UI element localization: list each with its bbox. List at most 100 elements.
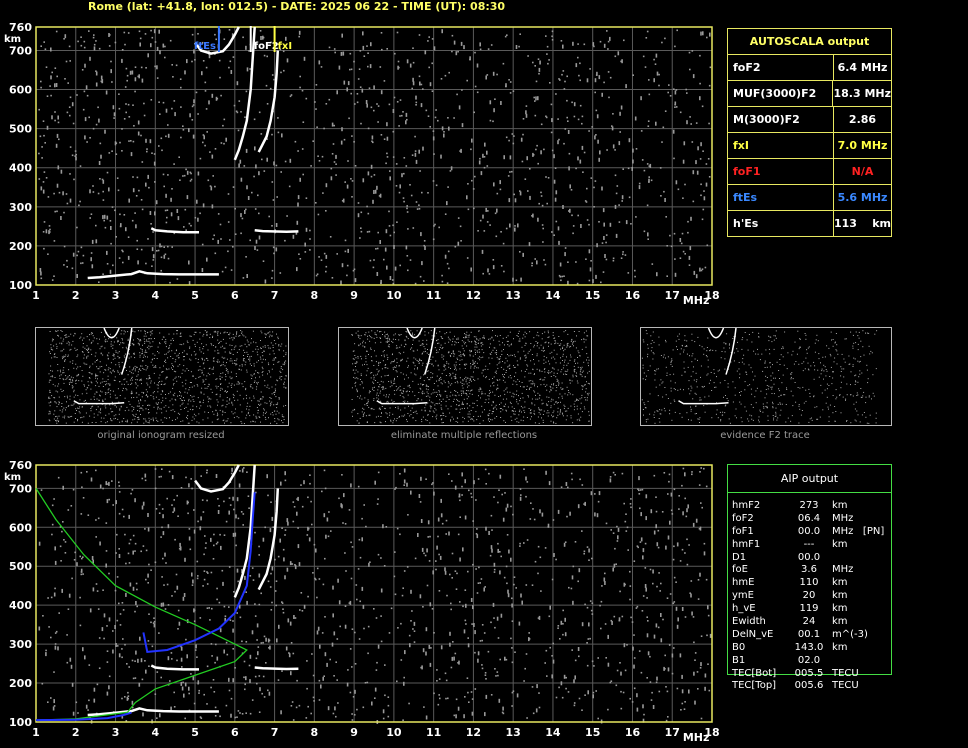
aip-value: 3.6 xyxy=(801,564,817,576)
noise-dots xyxy=(38,467,712,724)
top-ionogram-chart: 1 2 3 4 5 6 7 8 9 10 11 12 13 14 15 16 17 187607006005004… xyxy=(4,21,720,307)
aip-row: hmF2 273 km xyxy=(732,500,872,513)
x-tick-label: 13 xyxy=(506,289,521,302)
x-tick-label: 5 xyxy=(191,726,199,739)
autoscala-row: ftEs 5.6 MHz xyxy=(728,185,891,211)
echo-trace xyxy=(87,269,219,280)
echo-trace xyxy=(254,229,299,234)
autoscala-row: foF2 6.4 MHz xyxy=(728,55,891,81)
x-tick-label: 6 xyxy=(231,726,239,739)
aip-name: foF2 xyxy=(732,512,754,524)
x-tick-label: 3 xyxy=(112,289,120,302)
y-tick-label: 600 xyxy=(9,84,32,97)
x-tick-label: 4 xyxy=(151,289,159,302)
x-tick-label: 16 xyxy=(625,726,641,739)
x-unit-label: MHz xyxy=(683,294,710,307)
aip-title: AIP output xyxy=(728,465,891,493)
autoscala-title: AUTOSCALA output xyxy=(728,29,891,55)
x-tick-label: 9 xyxy=(350,726,358,739)
x-tick-label: 9 xyxy=(350,289,358,302)
x-tick-label: 8 xyxy=(311,289,319,302)
x-tick-label: 10 xyxy=(386,726,402,739)
aip-name: foE xyxy=(732,564,748,576)
autoscala-label: MUF(3000)F2 xyxy=(728,81,834,106)
y-tick-label: 500 xyxy=(9,123,32,136)
x-tick-label: 1 xyxy=(32,726,40,739)
x-tick-label: 15 xyxy=(585,726,600,739)
aip-value: 110 xyxy=(799,577,819,589)
autoscala-value: 5.6 MHz xyxy=(837,191,888,204)
aip-unit: km xyxy=(832,538,848,550)
aip-value: 143.0 xyxy=(794,641,824,653)
aip-name: foF1 xyxy=(732,525,754,537)
aip-value: 00.0 xyxy=(797,551,821,563)
thumb-trace xyxy=(707,327,725,339)
x-tick-label: 7 xyxy=(271,289,279,302)
aip-row: foE 3.6 MHz xyxy=(732,564,872,577)
aip-unit: TECU xyxy=(832,667,859,679)
echo-trace xyxy=(87,707,219,717)
x-tick-label: 2 xyxy=(72,726,80,739)
aip-value: 00.0 xyxy=(797,525,821,537)
aip-name: ymE xyxy=(732,590,754,602)
autoscala-row: h'Es 113 km xyxy=(728,211,891,236)
aip-unit: MHz xyxy=(832,564,854,576)
aip-unit: km xyxy=(832,603,848,615)
aip-name: B1 xyxy=(732,654,746,666)
aip-row: B0 143.0 km xyxy=(732,642,872,655)
echo-trace xyxy=(254,666,299,671)
x-tick-label: 4 xyxy=(151,726,159,739)
aip-value: 20 xyxy=(802,590,816,602)
aip-row: TEC[Bot] 005.5 TECU xyxy=(732,668,872,681)
aip-name: Ewidth xyxy=(732,616,766,628)
aip-rows: hmF2 273 km foF2 06.4 MHz foF1 00.0 MHz [PN] hmF1… xyxy=(732,500,884,693)
aip-row: hmF1 --- km xyxy=(732,539,872,552)
x-tick-label: 11 xyxy=(426,726,441,739)
aip-value: 005.6 xyxy=(794,680,824,692)
y-tick-label: 600 xyxy=(9,521,32,534)
x-tick-label: 17 xyxy=(665,289,680,302)
autoscala-value: 6.4 MHz xyxy=(837,61,888,74)
noise-dots xyxy=(38,29,712,286)
aip-value: 00.1 xyxy=(797,628,821,640)
autoscala-label: ftEs xyxy=(728,185,834,210)
thumb-eliminate-multiples xyxy=(338,327,592,426)
y-tick-label: 200 xyxy=(9,240,32,253)
aip-unit: MHz xyxy=(832,512,854,524)
aip-value: 06.4 xyxy=(797,512,821,524)
aip-value: 273 xyxy=(799,500,819,511)
autoscala-label: foF1 xyxy=(728,159,834,184)
aip-value: 005.5 xyxy=(794,667,824,679)
x-tick-label: 16 xyxy=(625,289,641,302)
x-tick-label: 2 xyxy=(72,289,80,302)
marker-label: ftEs xyxy=(194,41,216,52)
autoscala-row: MUF(3000)F2 18.3 MHz xyxy=(728,81,891,107)
thumb-caption: eliminate multiple reflections xyxy=(390,430,538,441)
autoscala-row: fxI 7.0 MHz xyxy=(728,133,891,159)
x-tick-label: 15 xyxy=(585,289,600,302)
y-tick-label: 760 xyxy=(9,21,32,34)
aip-name: hmF2 xyxy=(732,500,761,511)
y-tick-label: 400 xyxy=(9,599,32,612)
x-tick-label: 14 xyxy=(545,289,561,302)
autoscala-label: M(3000)F2 xyxy=(728,107,834,132)
autoscala-output-table: AUTOSCALA output foF2 6.4 MHz MUF(3000)F2 1… xyxy=(727,28,892,237)
page-title: Rome (lat: +41.8, lon: 012.5) - DATE: 20… xyxy=(88,0,506,13)
aip-row: TEC[Top] 005.6 TECU xyxy=(732,680,872,693)
aip-unit: km xyxy=(832,641,848,653)
thumb-original xyxy=(35,327,289,426)
x-tick-label: 10 xyxy=(386,289,402,302)
x-tick-label: 17 xyxy=(665,726,680,739)
thumb-caption: original ionogram resized xyxy=(97,430,225,441)
thumb-trace xyxy=(678,400,729,405)
x-tick-label: 13 xyxy=(506,726,521,739)
aip-row: ymE 20 km xyxy=(732,590,872,603)
autoscala-row: M(3000)F2 2.86 xyxy=(728,107,891,133)
echo-trace xyxy=(150,664,199,671)
x-tick-label: 3 xyxy=(112,726,120,739)
aip-row: foF1 00.0 MHz [PN] xyxy=(732,525,884,539)
x-tick-label: 11 xyxy=(426,289,441,302)
x-tick-label: 12 xyxy=(466,289,481,302)
autoscala-label: foF2 xyxy=(728,55,834,80)
autoscala-label: h'Es xyxy=(728,211,834,236)
